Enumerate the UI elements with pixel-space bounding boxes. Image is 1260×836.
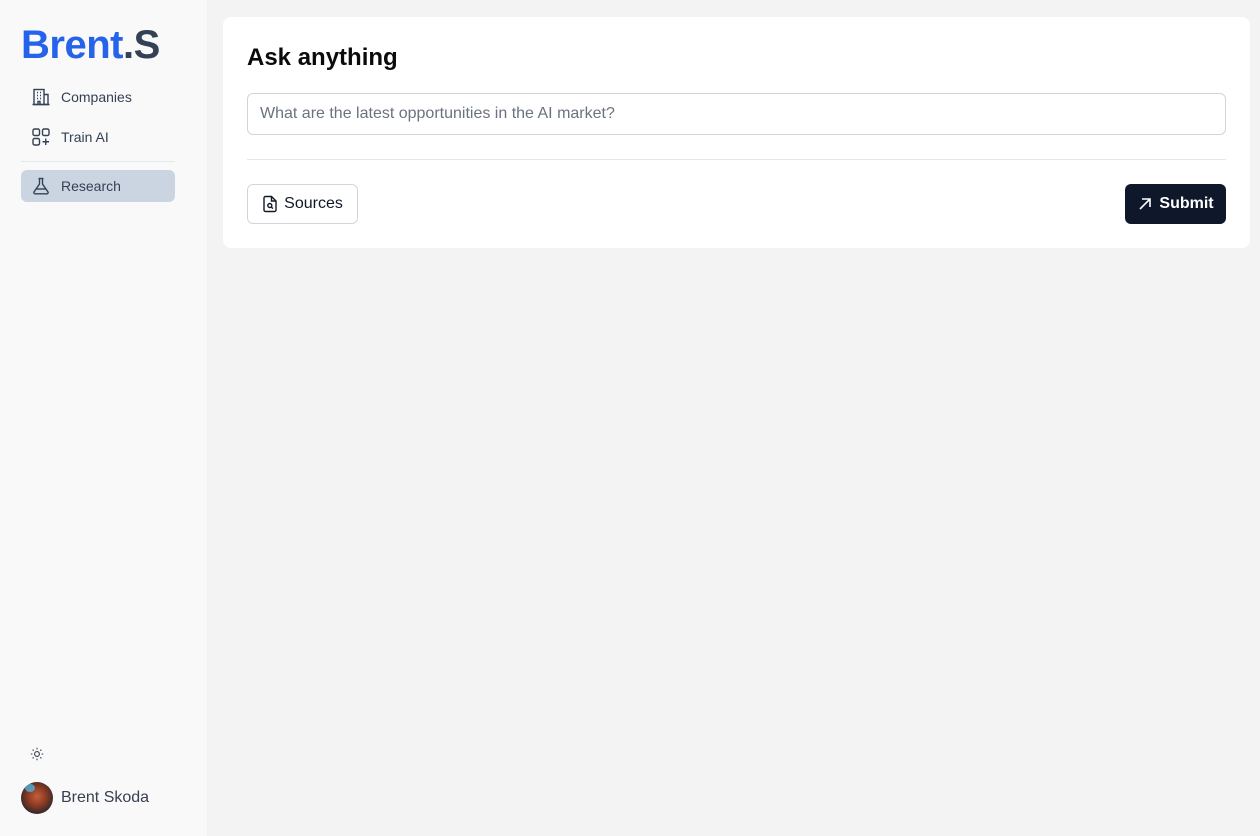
file-search-icon	[262, 195, 278, 213]
sidebar-item-companies[interactable]: Companies	[21, 81, 175, 113]
theme-toggle-button[interactable]	[28, 745, 46, 763]
user-name: Brent Skoda	[61, 789, 150, 806]
sources-button[interactable]: Sources	[247, 184, 358, 224]
user-profile[interactable]: Brent Skoda	[21, 782, 149, 814]
sources-button-label: Sources	[284, 195, 343, 212]
page-title: Ask anything	[247, 44, 398, 71]
sidebar-item-label: Train AI	[61, 129, 109, 145]
flask-icon	[31, 176, 51, 196]
apps-add-icon	[31, 127, 51, 147]
brand-logo[interactable]: Brent.S	[21, 22, 160, 68]
sun-icon	[30, 747, 44, 761]
arrow-up-right-icon	[1137, 196, 1153, 212]
sidebar: Brent.S Companies Train AI Research Bren…	[0, 0, 207, 836]
brand-name: Brent	[21, 23, 123, 67]
query-input[interactable]	[247, 93, 1226, 135]
submit-button-label: Submit	[1159, 195, 1214, 212]
brand-suffix: .S	[122, 23, 160, 67]
sidebar-item-train-ai[interactable]: Train AI	[21, 121, 175, 153]
card-divider	[247, 159, 1226, 160]
avatar	[21, 782, 53, 814]
submit-button[interactable]: Submit	[1125, 184, 1226, 224]
sidebar-item-label: Companies	[61, 89, 132, 105]
sidebar-item-label: Research	[61, 178, 121, 194]
sidebar-divider	[21, 161, 175, 162]
building-icon	[31, 87, 51, 107]
sidebar-item-research[interactable]: Research	[21, 170, 175, 202]
ask-card: Ask anything Sources Submit	[223, 17, 1250, 248]
